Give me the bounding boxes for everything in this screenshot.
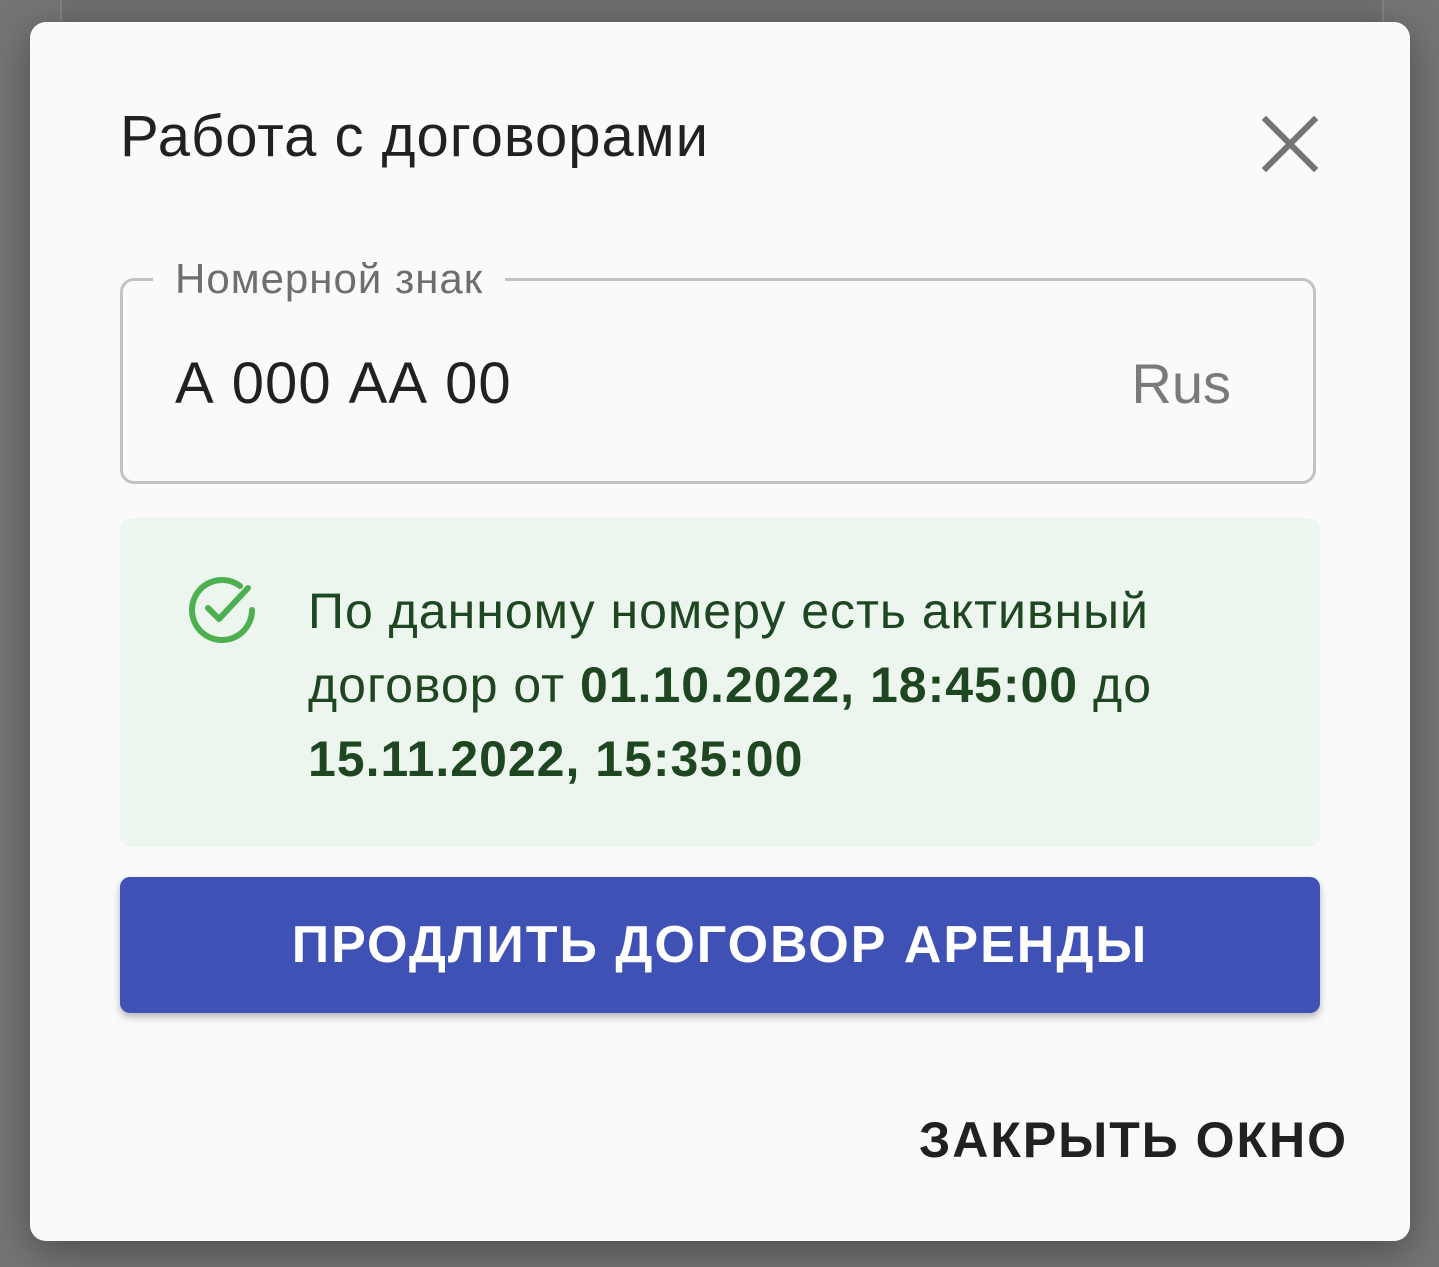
contract-date-from: 01.10.2022, 18:45:00	[579, 657, 1079, 713]
contract-date-to: 15.11.2022, 15:35:00	[308, 731, 804, 787]
close-icon[interactable]	[1256, 110, 1324, 178]
dialog-title: Работа с договорами	[120, 104, 710, 169]
plate-number-input[interactable]: А 000 АА 00	[175, 349, 512, 419]
contracts-dialog: Работа с договорами Номерной знак А 000 …	[30, 22, 1410, 1241]
active-contract-alert: По данному номеру есть активный договор …	[120, 518, 1320, 847]
close-window-button[interactable]: ЗАКРЫТЬ ОКНО	[919, 1108, 1348, 1172]
alert-text-middle: до	[1078, 657, 1152, 713]
plate-number-label: Номерной знак	[153, 251, 506, 307]
plate-number-field[interactable]: Номерной знак А 000 АА 00 Rus	[120, 251, 1316, 484]
check-circle-icon	[184, 572, 260, 648]
plate-region-suffix: Rus	[1131, 352, 1231, 415]
background-page	[60, 0, 1384, 22]
alert-message: По данному номеру есть активный договор …	[308, 574, 1248, 796]
extend-contract-button[interactable]: ПРОДЛИТЬ ДОГОВОР АРЕНДЫ	[120, 877, 1320, 1013]
